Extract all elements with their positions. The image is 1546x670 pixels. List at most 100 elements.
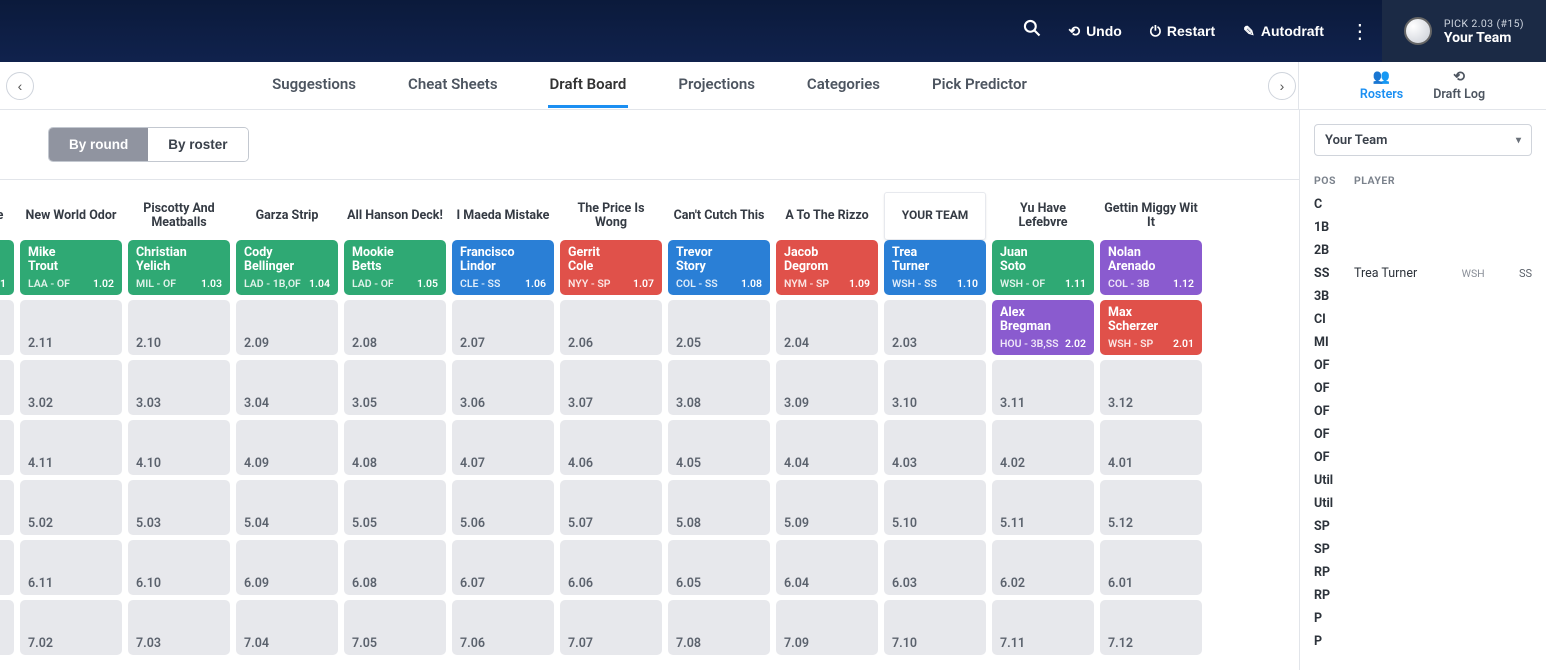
empty-pick-slot[interactable]: 3.11 — [992, 360, 1094, 415]
tab-pick-predictor[interactable]: Pick Predictor — [930, 63, 1029, 108]
roster-slot[interactable]: SSTrea TurnerWSHSS — [1314, 262, 1532, 285]
empty-pick-slot[interactable]: 7.12 — [1100, 600, 1202, 655]
view-by-roster[interactable]: By roster — [148, 128, 247, 161]
more-menu-button[interactable]: ⋮ — [1338, 19, 1382, 44]
restart-button[interactable]: ⏻ Restart — [1136, 23, 1229, 40]
pick-card[interactable]: JuanSotoWSH - OF1.11 — [992, 240, 1094, 295]
roster-slot[interactable]: OF — [1314, 423, 1532, 446]
empty-pick-slot[interactable]: .01 — [0, 480, 14, 535]
roster-slot[interactable]: 3B — [1314, 285, 1532, 308]
empty-pick-slot[interactable]: 7.09 — [776, 600, 878, 655]
empty-pick-slot[interactable]: 5.06 — [452, 480, 554, 535]
pick-card[interactable]: FranciscoLindorCLE - SS1.06 — [452, 240, 554, 295]
team-column-header[interactable]: Can't Cutch This — [668, 192, 770, 240]
pick-card[interactable]: NolanArenadoCOL - 3B1.12 — [1100, 240, 1202, 295]
empty-pick-slot[interactable]: 3.03 — [128, 360, 230, 415]
empty-pick-slot[interactable]: 4.06 — [560, 420, 662, 475]
empty-pick-slot[interactable]: 6.03 — [884, 540, 986, 595]
pick-card[interactable]: RonaldAcunaATL - OF1.01 — [0, 240, 14, 295]
tab-projections[interactable]: Projections — [676, 63, 757, 108]
roster-slot[interactable]: OF — [1314, 400, 1532, 423]
autodraft-button[interactable]: ✎ Autodraft — [1229, 23, 1338, 40]
empty-pick-slot[interactable]: 5.02 — [20, 480, 122, 535]
undo-button[interactable]: ⟲ Undo — [1054, 23, 1136, 40]
roster-slot[interactable]: OF — [1314, 446, 1532, 469]
empty-pick-slot[interactable]: 5.04 — [236, 480, 338, 535]
side-tab-draft-log[interactable]: ⟲Draft Log — [1433, 69, 1485, 102]
team-column-header[interactable]: Yu Have Lefebvre — [992, 192, 1094, 240]
team-column-header[interactable]: I Maeda Mistake — [452, 192, 554, 240]
empty-pick-slot[interactable]: 6.11 — [20, 540, 122, 595]
empty-pick-slot[interactable]: 6.09 — [236, 540, 338, 595]
empty-pick-slot[interactable]: 5.10 — [884, 480, 986, 535]
empty-pick-slot[interactable]: 4.03 — [884, 420, 986, 475]
empty-pick-slot[interactable]: 5.07 — [560, 480, 662, 535]
team-column-header[interactable]: Piscotty And Meatballs — [128, 192, 230, 240]
empty-pick-slot[interactable]: 4.10 — [128, 420, 230, 475]
empty-pick-slot[interactable]: 3.05 — [344, 360, 446, 415]
team-column-header[interactable]: …ulmer House — [0, 192, 14, 240]
empty-pick-slot[interactable]: 3.12 — [1100, 360, 1202, 415]
empty-pick-slot[interactable]: 2.06 — [560, 300, 662, 355]
empty-pick-slot[interactable]: 7.10 — [884, 600, 986, 655]
team-column-header[interactable]: Garza Strip — [236, 192, 338, 240]
pick-card[interactable]: MookieBettsLAD - OF1.05 — [344, 240, 446, 295]
empty-pick-slot[interactable]: 4.05 — [668, 420, 770, 475]
scroll-left-button[interactable]: ‹ — [6, 72, 34, 100]
empty-pick-slot[interactable]: 2.04 — [776, 300, 878, 355]
empty-pick-slot[interactable]: 6.06 — [560, 540, 662, 595]
pick-card[interactable]: TrevorStoryCOL - SS1.08 — [668, 240, 770, 295]
empty-pick-slot[interactable]: 3.06 — [452, 360, 554, 415]
pick-card[interactable]: AlexBregmanHOU - 3B,SS2.02 — [992, 300, 1094, 355]
empty-pick-slot[interactable]: .12 — [0, 540, 14, 595]
empty-pick-slot[interactable]: 6.10 — [128, 540, 230, 595]
empty-pick-slot[interactable]: 7.08 — [668, 600, 770, 655]
roster-slot[interactable]: SP — [1314, 538, 1532, 561]
empty-pick-slot[interactable]: 2.07 — [452, 300, 554, 355]
empty-pick-slot[interactable]: .01 — [0, 600, 14, 655]
empty-pick-slot[interactable]: 7.06 — [452, 600, 554, 655]
roster-slot[interactable]: OF — [1314, 377, 1532, 400]
team-column-header[interactable]: Gettin Miggy Wit It — [1100, 192, 1202, 240]
roster-slot[interactable]: 1B — [1314, 216, 1532, 239]
view-by-round[interactable]: By round — [49, 128, 148, 161]
roster-slot[interactable]: C — [1314, 193, 1532, 216]
pick-card[interactable]: MaxScherzerWSH - SP2.01 — [1100, 300, 1202, 355]
empty-pick-slot[interactable]: 5.11 — [992, 480, 1094, 535]
empty-pick-slot[interactable]: 4.01 — [1100, 420, 1202, 475]
empty-pick-slot[interactable]: .12 — [0, 300, 14, 355]
empty-pick-slot[interactable]: 6.01 — [1100, 540, 1202, 595]
empty-pick-slot[interactable]: 7.11 — [992, 600, 1094, 655]
your-team-column-header[interactable]: YOUR TEAM — [884, 192, 986, 240]
empty-pick-slot[interactable]: 4.11 — [20, 420, 122, 475]
tab-cheat-sheets[interactable]: Cheat Sheets — [406, 63, 500, 108]
roster-slot[interactable]: CI — [1314, 308, 1532, 331]
roster-slot[interactable]: RP — [1314, 561, 1532, 584]
empty-pick-slot[interactable]: 7.02 — [20, 600, 122, 655]
empty-pick-slot[interactable]: 3.08 — [668, 360, 770, 415]
empty-pick-slot[interactable]: 5.05 — [344, 480, 446, 535]
pick-card[interactable]: GerritColeNYY - SP1.07 — [560, 240, 662, 295]
empty-pick-slot[interactable]: 3.10 — [884, 360, 986, 415]
empty-pick-slot[interactable]: 5.03 — [128, 480, 230, 535]
empty-pick-slot[interactable]: 6.08 — [344, 540, 446, 595]
roster-slot[interactable]: Util — [1314, 492, 1532, 515]
tab-categories[interactable]: Categories — [805, 63, 882, 108]
empty-pick-slot[interactable]: 3.07 — [560, 360, 662, 415]
empty-pick-slot[interactable]: 4.09 — [236, 420, 338, 475]
pick-card[interactable]: JacobDegromNYM - SP1.09 — [776, 240, 878, 295]
empty-pick-slot[interactable]: 7.05 — [344, 600, 446, 655]
empty-pick-slot[interactable]: 2.09 — [236, 300, 338, 355]
empty-pick-slot[interactable]: 4.04 — [776, 420, 878, 475]
empty-pick-slot[interactable]: 3.02 — [20, 360, 122, 415]
team-column-header[interactable]: New World Odor — [20, 192, 122, 240]
roster-slot[interactable]: 2B — [1314, 239, 1532, 262]
roster-slot[interactable]: RP — [1314, 584, 1532, 607]
roster-slot[interactable]: P — [1314, 607, 1532, 630]
empty-pick-slot[interactable]: 4.07 — [452, 420, 554, 475]
empty-pick-slot[interactable]: .01 — [0, 360, 14, 415]
empty-pick-slot[interactable]: 7.03 — [128, 600, 230, 655]
empty-pick-slot[interactable]: 6.05 — [668, 540, 770, 595]
empty-pick-slot[interactable]: 5.12 — [1100, 480, 1202, 535]
empty-pick-slot[interactable]: 4.08 — [344, 420, 446, 475]
